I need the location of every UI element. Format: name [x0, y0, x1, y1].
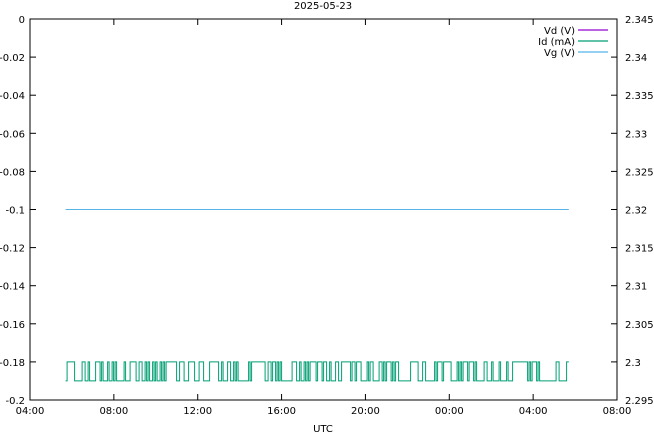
legend-label: Vg (V)	[544, 48, 575, 59]
y-left-tick-label: -0.18	[0, 358, 25, 369]
y-left-tick-label: -0.1	[5, 206, 25, 217]
x-tick-label: 00:00	[435, 406, 464, 417]
y-right-tick-label: 2.335	[625, 91, 654, 102]
x-tick-label: 16:00	[267, 406, 296, 417]
y-left-tick-label: -0.2	[5, 396, 25, 407]
chart-title: 2025-05-23	[294, 1, 352, 12]
y-left-tick-label: -0.14	[0, 282, 25, 293]
y-left-tick-label: -0.02	[0, 53, 25, 64]
y-left-tick-label: -0.06	[0, 129, 25, 140]
y-left-tick-label: -0.04	[0, 91, 25, 102]
x-tick-label: 12:00	[183, 406, 212, 417]
y-right-tick-label: 2.32	[625, 206, 647, 217]
x-tick-label: 04:00	[519, 406, 548, 417]
x-tick-label: 20:00	[351, 406, 380, 417]
y-right-tick-label: 2.34	[625, 53, 647, 64]
x-tick-label: 08:00	[99, 406, 128, 417]
y-right-tick-label: 2.305	[625, 320, 654, 331]
series-layer	[65, 209, 569, 382]
legend: Vd (V)Id (mA)Vg (V)	[538, 26, 608, 59]
legend-label: Vd (V)	[544, 26, 575, 37]
plot-axes: 04:00 08:00 12:00 16:00 20:00 00:00 04:00 08:00…	[0, 15, 654, 417]
x-tick-label: 04:00	[16, 406, 45, 417]
y-right-tick-label: 2.31	[625, 282, 647, 293]
series-line-id	[65, 361, 569, 382]
y-left-tick-label: -0.16	[0, 320, 25, 331]
y-left-tick-label: 0	[19, 15, 25, 26]
chart-canvas: 2025-05-23 04:00 08:00 12:00 16:00 20:00 00:0…	[0, 1, 654, 432]
y-right-tick-label: 2.3	[625, 358, 641, 369]
y-left-tick-label: -0.08	[0, 167, 25, 178]
y-right-tick-label: 2.295	[625, 396, 654, 407]
y-right-tick-label: 2.325	[625, 167, 654, 178]
y-left-tick-label: -0.12	[0, 244, 25, 255]
y-right-tick-label: 2.345	[625, 15, 654, 26]
y-right-tick-label: 2.315	[625, 244, 654, 255]
y-right-tick-label: 2.33	[625, 129, 647, 140]
legend-label: Id (mA)	[538, 37, 575, 48]
x-axis-label: UTC	[313, 424, 333, 432]
x-tick-label: 08:00	[603, 406, 632, 417]
